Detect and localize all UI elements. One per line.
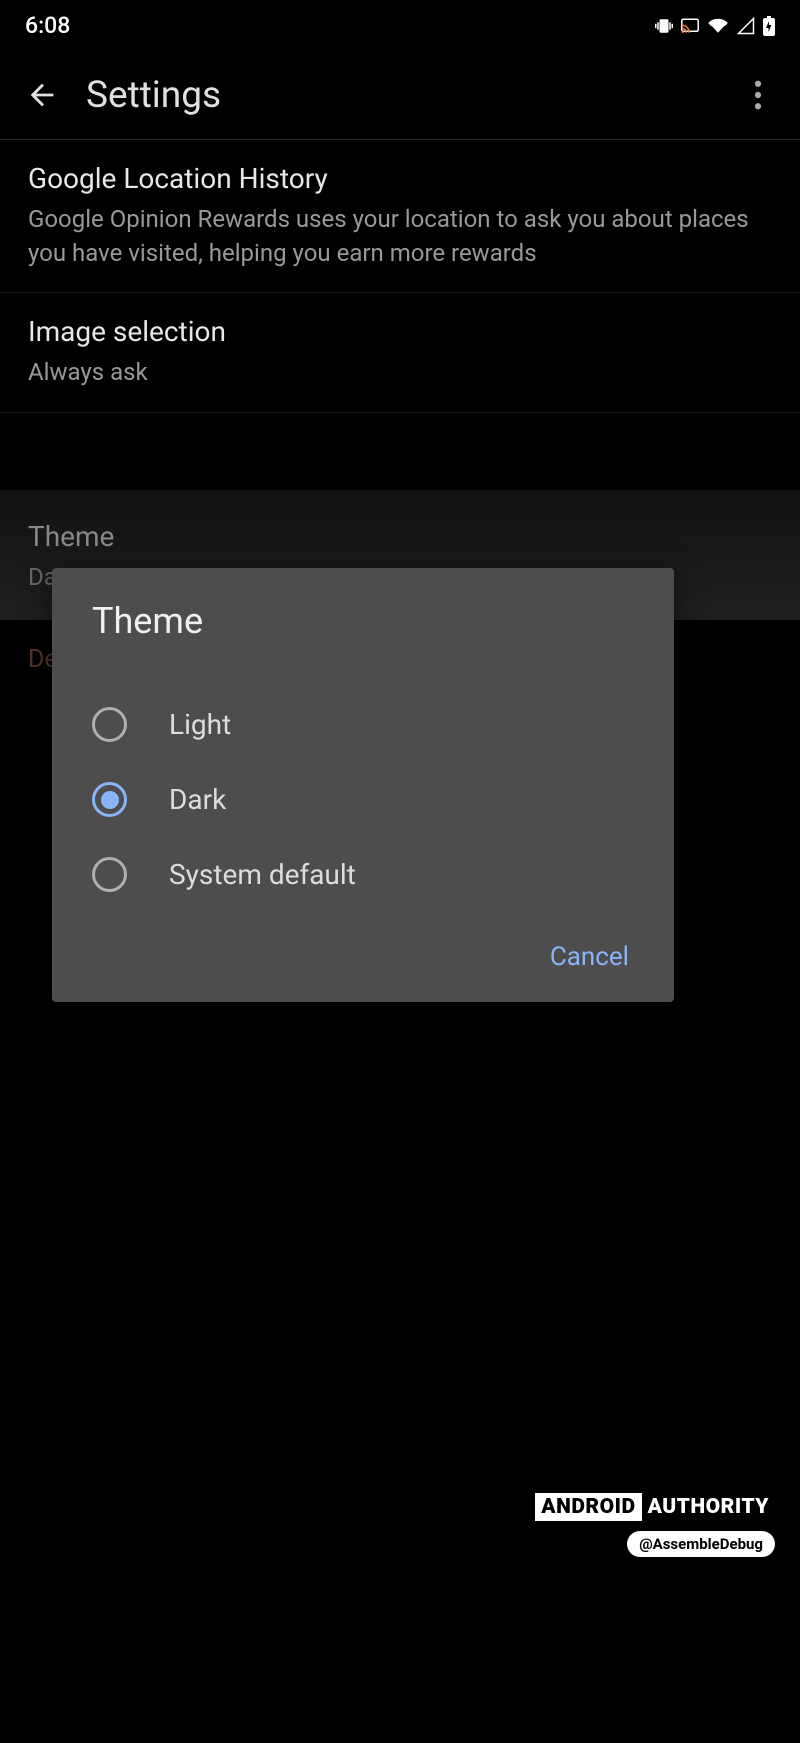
back-button[interactable] — [18, 71, 66, 119]
theme-option-system[interactable]: System default — [52, 837, 674, 912]
dialog-actions: Cancel — [52, 912, 674, 987]
battery-icon — [763, 16, 775, 36]
cast-icon — [680, 17, 700, 35]
more-vert-icon — [754, 80, 762, 110]
location-history-item[interactable]: Google Location History Google Opinion R… — [0, 140, 800, 293]
theme-dialog: Theme Light Dark System default Cancel — [52, 568, 674, 1002]
radio-icon — [92, 857, 127, 892]
watermark-right: AUTHORITY — [642, 1493, 775, 1521]
dialog-title: Theme — [52, 600, 674, 687]
theme-option-dark[interactable]: Dark — [52, 762, 674, 837]
setting-subtitle: Always ask — [28, 356, 772, 390]
wifi-icon — [707, 17, 729, 35]
page-title: Settings — [86, 74, 714, 117]
theme-option-light[interactable]: Light — [52, 687, 674, 762]
radio-icon — [92, 707, 127, 742]
radio-label: System default — [169, 858, 356, 891]
watermark-handle: @AssembleDebug — [627, 1531, 775, 1557]
watermark: ANDROID AUTHORITY @AssembleDebug — [535, 1493, 775, 1557]
watermark-brand: ANDROID AUTHORITY — [535, 1493, 775, 1521]
cancel-button[interactable]: Cancel — [550, 942, 629, 972]
setting-title: Image selection — [28, 315, 772, 348]
status-time: 6:08 — [25, 12, 70, 39]
app-bar: Settings — [0, 51, 800, 139]
watermark-left: ANDROID — [535, 1493, 641, 1521]
radio-icon-selected — [92, 782, 127, 817]
status-bar: 6:08 — [0, 0, 800, 51]
radio-label: Light — [169, 708, 231, 741]
image-selection-item[interactable]: Image selection Always ask — [0, 293, 800, 413]
arrow-back-icon — [25, 78, 59, 112]
more-menu-button[interactable] — [734, 71, 782, 119]
radio-label: Dark — [169, 783, 226, 816]
status-icons — [655, 16, 775, 36]
vibrate-icon — [655, 17, 673, 35]
setting-title: Google Location History — [28, 162, 772, 195]
signal-icon — [736, 17, 756, 35]
setting-subtitle: Google Opinion Rewards uses your locatio… — [28, 203, 772, 270]
